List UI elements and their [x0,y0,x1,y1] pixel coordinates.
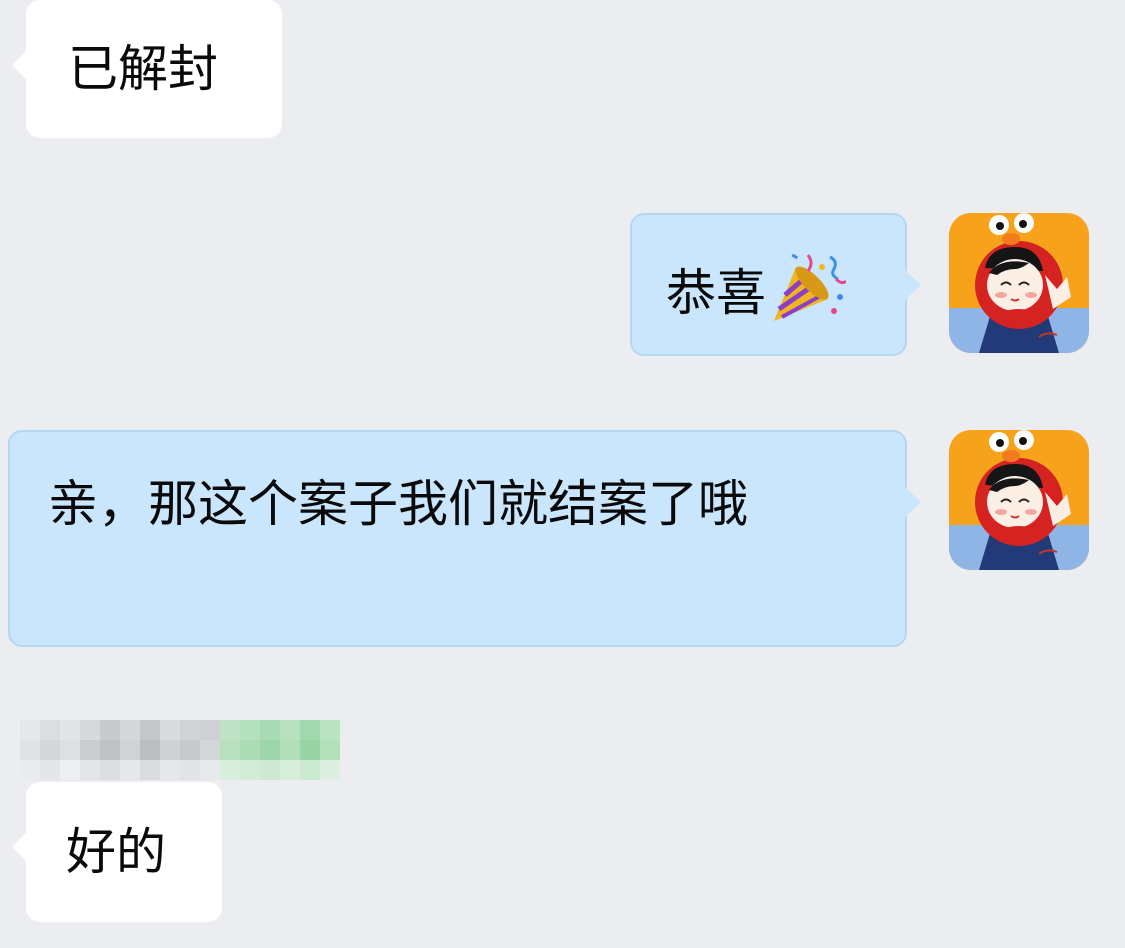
message-text: 好的 [66,823,166,881]
avatar[interactable] [949,430,1089,570]
redacted-sender-name [20,720,340,780]
message-bubble-incoming[interactable]: 好的 [12,782,222,922]
bubble-tail [905,270,921,300]
avatar[interactable] [949,213,1089,353]
message-text: 恭喜 [666,264,766,322]
bubble-tail [905,487,921,517]
message-bubble-outgoing[interactable]: 恭喜 [630,213,921,356]
user-avatar-image [949,213,1089,353]
party-popper-icon [770,249,848,344]
user-avatar-image [949,430,1089,570]
bubble-tail [12,50,27,80]
message-bubble-outgoing[interactable]: 亲，那这个案子我们就结案了哦 [8,430,921,647]
bubble-tail [12,832,27,862]
message-text: 已解封 [68,40,218,98]
message-text: 亲，那这个案子我们就结案了哦 [48,475,748,533]
message-bubble-incoming[interactable]: 已解封 [12,0,282,138]
